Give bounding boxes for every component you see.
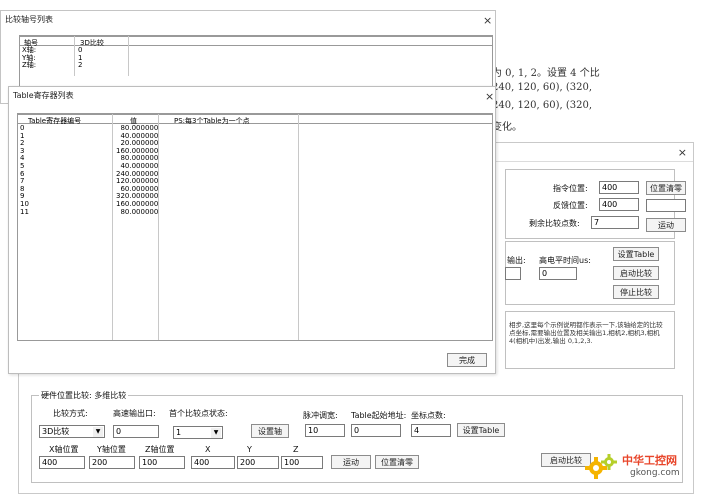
chevron-down-icon[interactable]: ▼ [211,428,221,438]
doc-line-4: 变化。 [492,122,522,133]
z-field[interactable]: 100 [281,456,323,469]
axis-window-title: 比较轴号列表 [5,15,53,24]
register-table: 0 80.000000 1 40.000000 2 20.000000 3 160.00000… [18,124,160,217]
y-pos-label: Y轴位置 [97,445,126,454]
pulse-width-field[interactable]: 10 [305,424,345,437]
grid-divider [128,36,129,76]
register-index-cell: 8 [20,184,25,193]
z-pos-field[interactable]: 100 [139,456,185,469]
y-pos-field[interactable]: 200 [89,456,135,469]
feedback-pos-field[interactable]: 400 [599,198,639,211]
chevron-down-icon[interactable]: ▼ [93,427,103,437]
remaining-field[interactable]: 7 [591,216,639,229]
register-index-cell: 9 [20,192,25,201]
table-register-window: Table寄存器列表 × Table寄存器编号 值 PS:每3个Table为一个… [8,86,496,374]
register-index-cell: 3 [20,146,25,155]
register-grid-header: Table寄存器编号 值 PS:每3个Table为一个点 [18,114,492,125]
y-field[interactable]: 200 [237,456,279,469]
table-row[interactable]: 11 80.000000 [18,207,160,217]
axis-name-cell: Z轴: [22,61,37,70]
done-button[interactable]: 完成 [447,353,487,367]
first-state-value: 1 [176,428,182,437]
bottom-group-title: 硬件位置比较: 多维比较 [39,390,129,401]
mode-select[interactable]: 3D比较 ▼ [39,425,105,438]
first-state-label: 首个比较点状态: [169,409,228,418]
doc-line-1: 为 0, 1, 2。设置 4 个比 [492,68,600,79]
register-index-cell: 10 [20,199,29,208]
watermark-title: 中华工控网 [622,454,677,467]
output-port-label: 高速输出口: [113,409,156,418]
set-table-button[interactable]: 设置Table [457,423,505,437]
x-label: X [205,445,211,454]
grid-divider [298,114,299,340]
table-start-label: Table起始地址: [351,411,407,420]
stop-compare-button-right[interactable]: 停止比较 [613,285,659,299]
register-index-cell: 5 [20,161,25,170]
set-table-button-right[interactable]: 设置Table [613,247,659,261]
x-field[interactable]: 400 [191,456,235,469]
register-index-cell: 7 [20,177,25,186]
table-row[interactable]: Z轴: 2 [20,62,84,70]
watermark-logo: 中华工控网 gkong.com [584,448,694,486]
close-icon[interactable]: × [485,91,494,102]
cmd-pos-label: 指令位置: [553,184,588,193]
doc-line-3: 240, 120, 60), (320, [492,100,593,111]
move-button[interactable]: 运动 [646,218,686,232]
register-index-cell: 6 [20,169,25,178]
remaining-label: 剩余比较点数: [529,219,580,228]
gear-icon [585,454,617,479]
z-pos-label: Z轴位置 [145,445,175,454]
register-index-cell: 0 [20,124,25,132]
register-index-cell: 4 [20,154,25,163]
output-label: 输出: [507,256,526,265]
output-time-label: 高电平时间us: [539,256,591,265]
table-window-title: Table寄存器列表 [13,91,74,100]
register-value-cell: 80.000000 [120,207,159,216]
x-pos-label: X轴位置 [49,445,79,454]
watermark-url: gkong.com [630,468,680,478]
register-index-cell: 2 [20,139,25,148]
first-state-select[interactable]: 1 ▼ [173,426,223,439]
mode-value: 3D比较 [42,427,70,436]
doc-line-2: 240, 120, 60), (320, [492,82,593,93]
target-field[interactable] [646,199,686,212]
register-index-cell: 1 [20,131,25,140]
cmd-pos-field[interactable]: 400 [599,181,639,194]
table-start-field[interactable]: 0 [351,424,401,437]
axis-value-cell: 2 [78,61,83,70]
register-grid: Table寄存器编号 值 PS:每3个Table为一个点 0 80.000000 1… [17,113,493,341]
axis-table: X轴: 0 Y轴: 1 Z轴: 2 [20,46,84,70]
close-icon[interactable]: × [678,147,687,158]
coord-count-label: 坐标点数: [411,411,446,420]
start-compare-button-right[interactable]: 启动比较 [613,266,659,280]
pos-clear-button[interactable]: 位置清零 [646,181,686,195]
y-label: Y [247,445,252,454]
feedback-pos-label: 反馈位置: [553,201,588,210]
bottom-pos-clear-button[interactable]: 位置清零 [375,455,419,469]
axis-grid-header: 轴号 3D比较 [20,36,492,47]
close-icon[interactable]: × [483,15,492,26]
output-port-field[interactable]: 0 [113,425,159,438]
z-label: Z [293,445,299,454]
output-time-field[interactable]: 0 [539,267,577,280]
note-text: 相步,这里每个示例说明都作表示一下,该轴给定的比较点坐标,需要输出位置及相关输出… [509,321,663,345]
pulse-width-label: 脉冲调宽: [303,411,338,420]
mode-label: 比较方式: [53,409,88,418]
register-col-header: PS:每3个Table为一个点 [174,117,250,125]
register-index-cell: 11 [20,207,29,216]
x-pos-field[interactable]: 400 [39,456,85,469]
bottom-move-button[interactable]: 运动 [331,455,371,469]
coord-count-field[interactable]: 4 [411,424,451,437]
set-axis-button[interactable]: 设置轴 [251,424,289,438]
output-field[interactable] [505,267,521,280]
